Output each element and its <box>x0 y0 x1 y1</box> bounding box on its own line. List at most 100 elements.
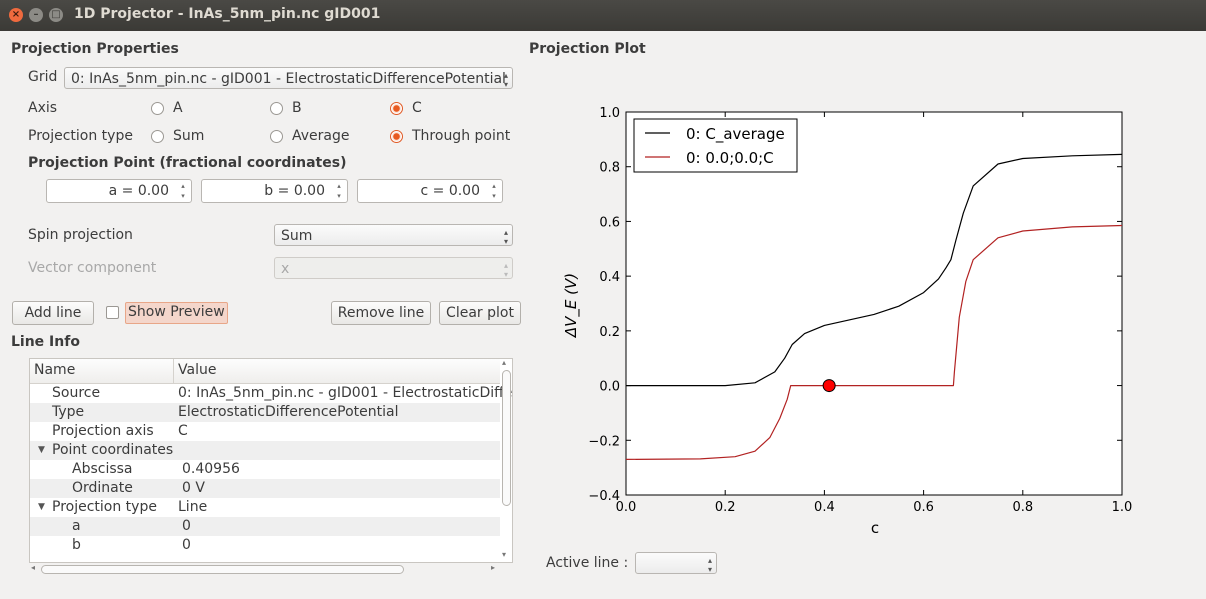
x-tick-label: 0.6 <box>913 500 934 515</box>
row-value: 0.40956 <box>182 461 240 477</box>
row-value: C <box>178 423 188 439</box>
y-tick-label: 1.0 <box>599 106 620 121</box>
y-tick-label: 0.2 <box>599 325 620 340</box>
axis-a-radio[interactable] <box>151 102 164 115</box>
table-row[interactable]: Ordinate 0 V <box>30 479 500 498</box>
table-row[interactable]: Source 0: InAs_5nm_pin.nc - gID001 - Elec… <box>30 384 512 403</box>
x-axis-label: c <box>871 519 879 537</box>
spin-arrows-icon[interactable]: ▴ ▾ <box>333 181 345 201</box>
row-value: 0 V <box>182 480 205 496</box>
tree-header-value[interactable]: Value <box>178 362 216 378</box>
row-name: Ordinate <box>72 480 133 496</box>
table-row[interactable]: Abscissa 0.40956 <box>30 460 500 479</box>
row-name: Abscissa <box>72 461 133 477</box>
y-tick-label: 0.8 <box>599 161 620 176</box>
maximize-window-button[interactable]: □ <box>49 8 63 22</box>
table-row[interactable]: Type ElectrostaticDifferencePotential <box>30 403 500 422</box>
axis-c-radio[interactable] <box>390 102 403 115</box>
row-value: ElectrostaticDifferencePotential <box>178 404 399 420</box>
proj-through-point-label[interactable]: Through point <box>412 128 510 144</box>
show-preview-label[interactable]: Show Preview <box>125 302 228 324</box>
scroll-up-icon[interactable]: ▴ <box>502 358 506 367</box>
proj-sum-radio[interactable] <box>151 130 164 143</box>
table-row[interactable]: ▼ Point coordinates <box>30 441 500 460</box>
table-row[interactable]: a0 <box>30 517 500 536</box>
remove-line-button[interactable]: Remove line <box>331 301 431 325</box>
point-a-value: a = 0.00 <box>108 183 169 199</box>
y-tick-label: 0.4 <box>599 270 620 285</box>
updown-arrow-icon: ▴ ▾ <box>503 261 508 279</box>
x-tick-label: 0.4 <box>814 500 835 515</box>
spin-projection-value: Sum <box>281 228 313 244</box>
vector-component-value: x <box>281 261 290 277</box>
header-divider <box>173 359 174 383</box>
row-name: Type <box>52 404 85 420</box>
row-name: Source <box>52 385 101 401</box>
table-row[interactable]: ▼ Projection type Line <box>30 498 500 517</box>
spin-projection-select[interactable]: Sum ▴ ▾ <box>274 224 513 246</box>
line-info-tree[interactable]: Name Value Source 0: InAs_5nm_pin.nc - gI… <box>29 358 513 563</box>
y-axis-label: ΔV_E (V) <box>562 273 581 338</box>
point-a-spinbox[interactable]: a = 0.00 ▴ ▾ <box>46 179 192 203</box>
title-bar: × – □ 1D Projector - InAs_5nm_pin.nc gID… <box>0 0 1206 31</box>
vector-component-label: Vector component <box>28 260 157 276</box>
tree-header-name[interactable]: Name <box>34 362 75 378</box>
point-marker[interactable] <box>822 379 836 393</box>
axis-b-radio[interactable] <box>270 102 283 115</box>
expand-arrow-icon[interactable]: ▼ <box>38 498 45 517</box>
axis-c-label[interactable]: C <box>412 100 422 116</box>
y-tick-label: −0.4 <box>588 489 620 504</box>
grid-select-value: 0: InAs_5nm_pin.nc - gID001 - Electrosta… <box>71 71 506 87</box>
x-tick-label: 1.0 <box>1112 500 1133 515</box>
line-info-heading: Line Info <box>11 334 80 350</box>
active-line-label: Active line : <box>546 555 629 571</box>
tree-horizontal-scrollbar[interactable]: ◂ ▸ <box>29 563 500 576</box>
projection-point-heading: Projection Point (fractional coordinates… <box>28 155 347 171</box>
horizontal-scroll-thumb[interactable] <box>41 565 404 574</box>
axis-label: Axis <box>28 100 58 116</box>
projection-properties-heading: Projection Properties <box>11 41 179 57</box>
table-row[interactable]: Projection axis C <box>30 422 500 441</box>
x-tick-label: 0.2 <box>715 500 736 515</box>
row-value: Line <box>178 499 208 515</box>
grid-select[interactable]: 0: InAs_5nm_pin.nc - gID001 - Electrosta… <box>64 67 513 89</box>
grid-label: Grid <box>28 69 58 85</box>
point-b-value: b = 0.00 <box>264 183 325 199</box>
scroll-down-icon[interactable]: ▾ <box>502 550 506 559</box>
spin-projection-label: Spin projection <box>28 227 133 243</box>
add-line-button[interactable]: Add line <box>12 301 94 325</box>
updown-arrow-icon: ▴ ▾ <box>503 228 508 246</box>
clear-plot-button[interactable]: Clear plot <box>439 301 521 325</box>
point-c-spinbox[interactable]: c = 0.00 ▴ ▾ <box>357 179 503 203</box>
y-tick-label: 0.0 <box>599 380 620 395</box>
show-preview-checkbox[interactable] <box>106 306 119 319</box>
projection-plot[interactable]: 0.0 0.2 0.4 0.6 0.8 1.0−0.4−0.20.00.20.40.60.… <box>540 95 1180 550</box>
close-window-button[interactable]: × <box>9 8 23 22</box>
active-line-select[interactable]: ▴ ▾ <box>635 552 717 574</box>
tree-vertical-scrollbar[interactable]: ▴ ▾ <box>500 358 513 563</box>
minimize-window-button[interactable]: – <box>29 8 43 22</box>
proj-sum-label[interactable]: Sum <box>173 128 204 144</box>
table-row[interactable]: b0 <box>30 536 500 555</box>
scroll-left-icon[interactable]: ◂ <box>31 563 35 572</box>
proj-through-point-radio[interactable] <box>390 130 403 143</box>
point-c-value: c = 0.00 <box>420 183 481 199</box>
row-name: Projection axis <box>52 423 154 439</box>
scroll-right-icon[interactable]: ▸ <box>491 563 495 572</box>
axis-a-label[interactable]: A <box>173 100 183 116</box>
updown-arrow-icon: ▴ ▾ <box>707 556 712 574</box>
proj-average-radio[interactable] <box>270 130 283 143</box>
proj-average-label[interactable]: Average <box>292 128 350 144</box>
y-tick-label: 0.6 <box>599 215 620 230</box>
point-b-spinbox[interactable]: b = 0.00 ▴ ▾ <box>201 179 348 203</box>
legend-label: 0: C_average <box>686 125 785 144</box>
vertical-scroll-thumb[interactable] <box>502 370 511 506</box>
expand-arrow-icon[interactable]: ▼ <box>38 441 45 460</box>
spin-arrows-icon[interactable]: ▴ ▾ <box>177 181 189 201</box>
row-value: 0: InAs_5nm_pin.nc - gID001 - Electrosta… <box>178 385 513 401</box>
spin-arrows-icon[interactable]: ▴ ▾ <box>488 181 500 201</box>
window-title: 1D Projector - InAs_5nm_pin.nc gID001 <box>74 6 381 22</box>
projection-plot-heading: Projection Plot <box>529 41 646 57</box>
vector-component-select[interactable]: x ▴ ▾ <box>274 257 513 279</box>
axis-b-label[interactable]: B <box>292 100 302 116</box>
